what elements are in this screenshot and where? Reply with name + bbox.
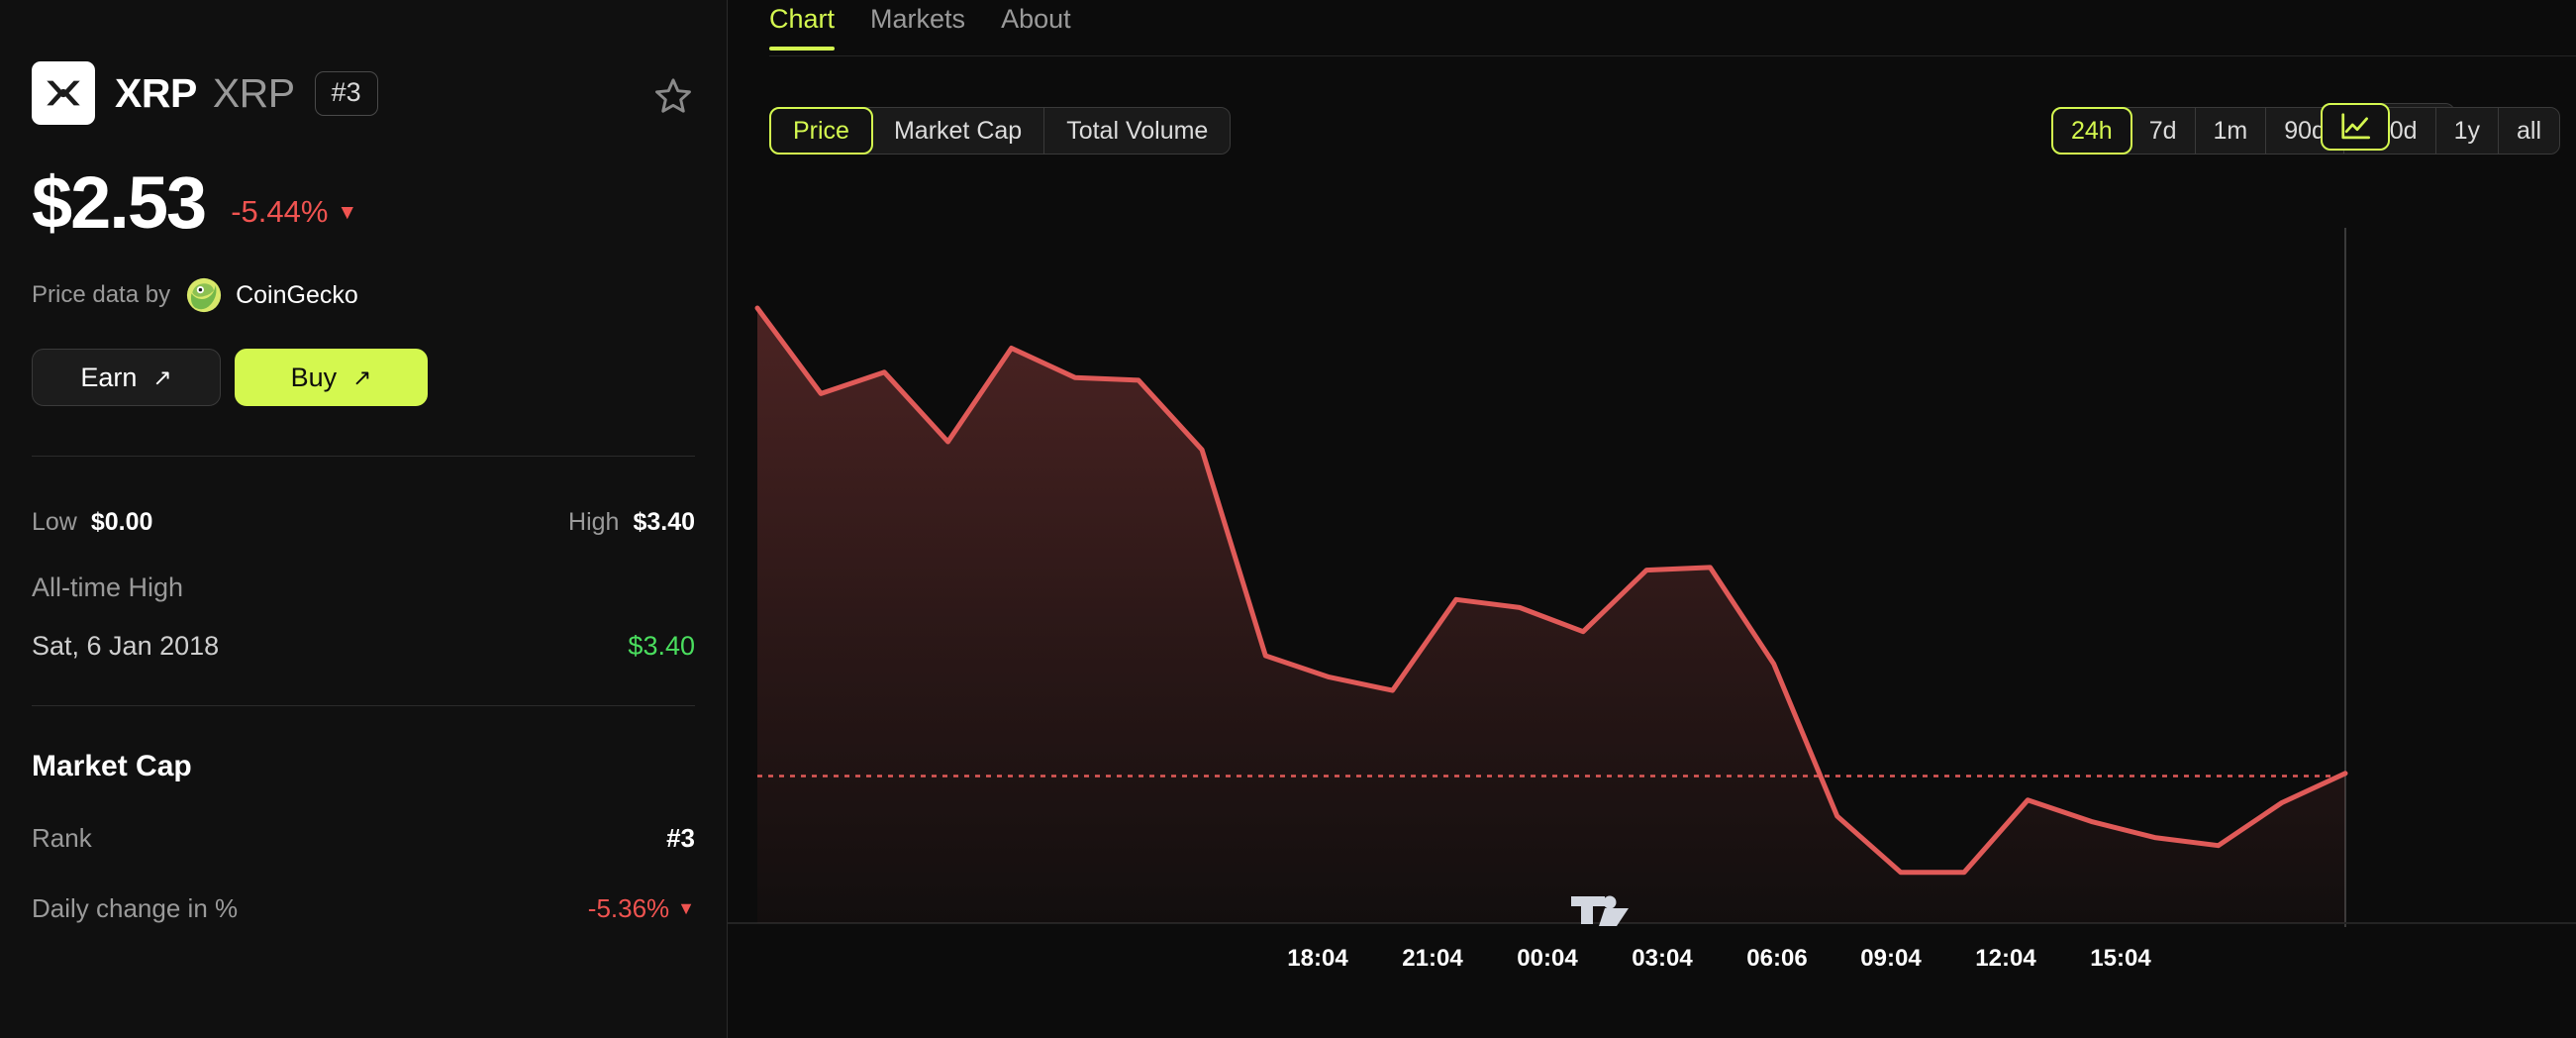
x-tick-label: 21:04 <box>1402 945 1463 972</box>
arrow-up-right-icon: ↗ <box>152 363 172 390</box>
table-row: Rank #3 <box>32 823 695 854</box>
attribution-brand: CoinGecko <box>236 280 358 309</box>
page-root: XRP XRP #3 $2.53 -5.44% ▼ Price data by <box>0 0 2576 1038</box>
market-cap-title: Market Cap <box>32 750 192 782</box>
high-value: $3.40 <box>633 508 695 536</box>
daily-change-value: -5.36% ▼ <box>588 893 695 924</box>
range-24h-button[interactable]: 24h <box>2050 107 2132 155</box>
tab-about[interactable]: About <box>1001 0 1071 51</box>
coin-sidebar: XRP XRP #3 $2.53 -5.44% ▼ Price data by <box>0 0 728 1038</box>
price-change: -5.44% ▼ <box>231 194 357 240</box>
chart-panel: Chart Markets About Price Market Cap Tot… <box>728 0 2576 1038</box>
star-outline-icon[interactable] <box>651 74 695 118</box>
divider <box>32 705 695 706</box>
high-label: High <box>568 508 620 536</box>
coin-header: XRP XRP #3 <box>32 0 695 125</box>
x-tick-label: 12:04 <box>1975 945 2036 972</box>
price-change-value: -5.44% <box>231 194 329 229</box>
line-chart-icon <box>2341 113 2370 140</box>
range-all-button[interactable]: all <box>2498 108 2559 154</box>
rank-label: Rank <box>32 823 92 853</box>
coin-name: XRP <box>115 69 197 116</box>
all-time-high-row: Sat, 6 Jan 2018 $3.40 <box>32 631 695 662</box>
tabs-underline <box>769 55 2576 56</box>
all-time-high-label: All-time High <box>32 572 184 602</box>
low-label: Low <box>32 508 77 536</box>
arrow-up-right-icon: ↗ <box>352 363 372 390</box>
caret-down-icon: ▼ <box>337 200 358 224</box>
earn-button-label: Earn <box>80 362 138 392</box>
x-tick-label: 18:04 <box>1287 945 1348 972</box>
metric-toggle-group: Price Market Cap Total Volume <box>769 107 1232 155</box>
x-tick-label: 06:06 <box>1746 945 1808 972</box>
x-tick-label: 03:04 <box>1632 945 1693 972</box>
chart-area-fill <box>757 308 2345 923</box>
range-1m-button[interactable]: 1m <box>2195 108 2267 154</box>
buy-button-label: Buy <box>290 362 338 392</box>
metric-price-button[interactable]: Price <box>769 107 873 155</box>
buy-button[interactable]: Buy ↗ <box>235 349 428 406</box>
metric-total-volume-button[interactable]: Total Volume <box>1044 108 1231 154</box>
chart-toolbar: Price Market Cap Total Volume 24h 7d 1m … <box>728 103 2576 155</box>
xrp-logo-icon <box>32 61 95 125</box>
coingecko-logo-icon <box>186 277 222 313</box>
tradingview-logo-icon <box>1569 888 1631 930</box>
x-tick-label: 00:04 <box>1517 945 1578 972</box>
chart-canvas <box>728 228 2576 927</box>
table-row: Daily change in % -5.36% ▼ <box>32 893 695 924</box>
price-block: $2.53 -5.44% ▼ <box>32 166 695 240</box>
metric-market-cap-button[interactable]: Market Cap <box>871 108 1045 154</box>
action-buttons: Earn ↗ Buy ↗ <box>32 349 695 406</box>
low-high-row: Low $0.00 High $3.40 <box>32 508 695 537</box>
earn-button[interactable]: Earn ↗ <box>32 349 221 406</box>
attribution-label: Price data by <box>32 281 171 308</box>
price-data-attribution: Price data by CoinGecko <box>32 277 695 313</box>
panel-tabs: Chart Markets About <box>728 0 2576 56</box>
divider <box>32 456 695 457</box>
all-time-high-date: Sat, 6 Jan 2018 <box>32 631 220 661</box>
current-price: $2.53 <box>32 161 207 244</box>
line-chart-icon-button[interactable] <box>2321 103 2390 151</box>
x-tick-label: 09:04 <box>1860 945 1922 972</box>
range-7d-button[interactable]: 7d <box>2130 108 2196 154</box>
price-chart[interactable]: $2.70 $2.65 $2.60 $2.55 $2.50 $2.53 18:0… <box>728 174 2576 1038</box>
daily-change-label: Daily change in % <box>32 893 239 923</box>
time-range-toggle-group: 24h 7d 1m 90d 180d 1y all <box>2050 107 2560 155</box>
tab-markets[interactable]: Markets <box>870 0 965 51</box>
rank-badge: #3 <box>314 70 378 116</box>
tab-chart[interactable]: Chart <box>769 0 836 51</box>
all-time-high-price: $3.40 <box>628 631 695 661</box>
range-1y-button[interactable]: 1y <box>2435 108 2499 154</box>
low-value: $0.00 <box>90 508 153 536</box>
coin-symbol: XRP <box>212 69 295 116</box>
rank-value: #3 <box>666 823 695 853</box>
x-tick-label: 15:04 <box>2090 945 2151 972</box>
daily-change-text: -5.36% <box>587 893 670 923</box>
caret-down-icon: ▼ <box>677 898 695 918</box>
